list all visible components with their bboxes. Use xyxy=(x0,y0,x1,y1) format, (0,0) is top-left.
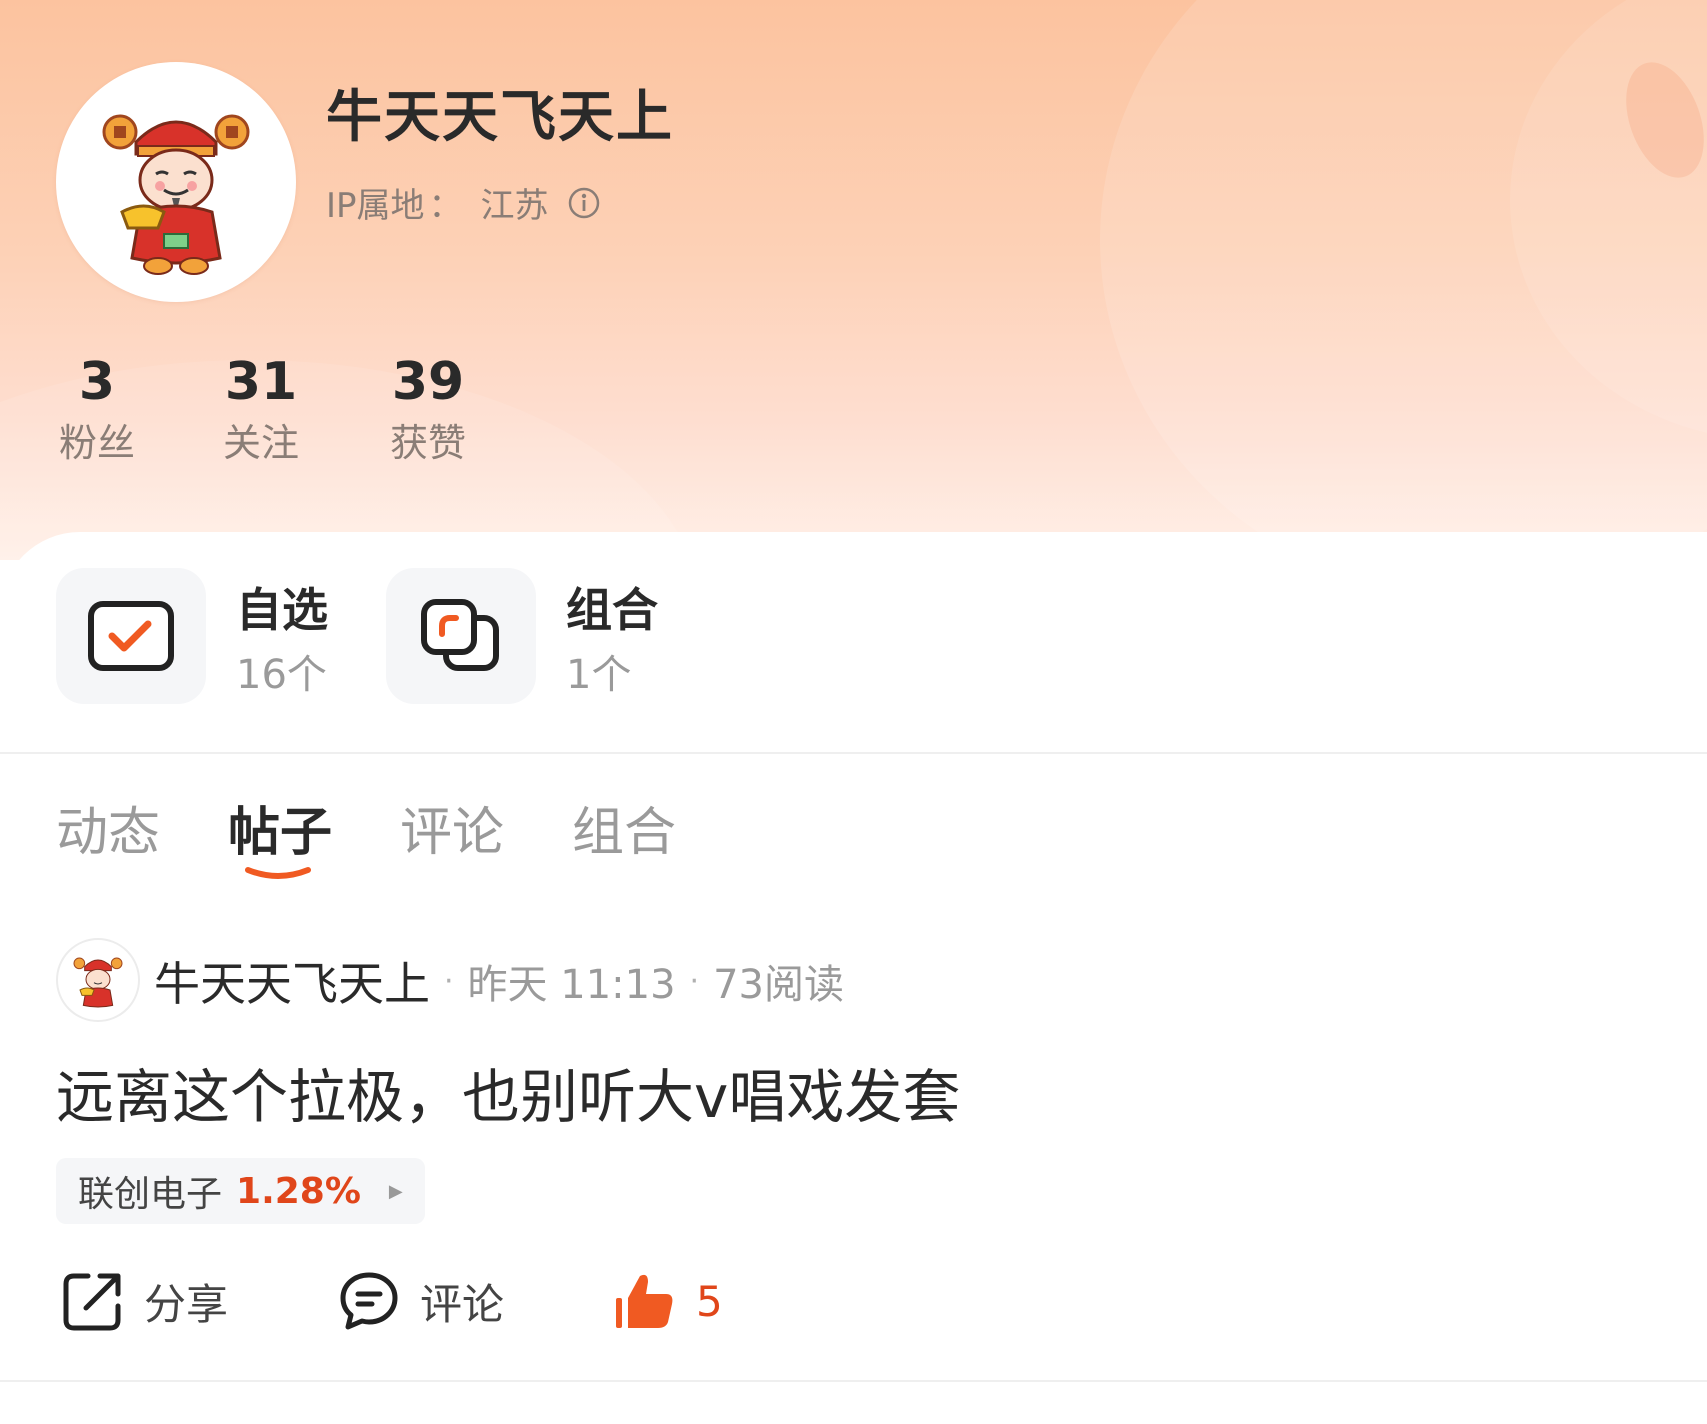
meta-dot: · xyxy=(444,963,454,999)
caishen-avatar-icon xyxy=(73,957,123,1008)
watchlist-count: 16个 xyxy=(236,652,327,698)
active-tab-indicator xyxy=(245,867,311,879)
post-time: 昨天 11:13 xyxy=(467,962,676,1008)
thumbs-up-icon xyxy=(616,1274,673,1328)
caishen-avatar-icon xyxy=(102,114,250,275)
followers-count: 3 xyxy=(78,352,116,412)
stock-tag[interactable]: 联创电子 1.28% ▶ xyxy=(56,1158,425,1224)
meta-dot: · xyxy=(689,963,700,999)
following-count: 31 xyxy=(224,352,298,412)
share-label: 分享 xyxy=(144,1279,229,1329)
share-button[interactable]: 分享 xyxy=(62,1270,228,1332)
profile-avatar[interactable] xyxy=(56,62,296,302)
section-divider xyxy=(0,752,1707,754)
comment-button[interactable]: 评论 xyxy=(338,1270,504,1332)
stock-change: 1.28% xyxy=(236,1170,361,1212)
share-icon xyxy=(63,1273,121,1331)
like-button[interactable]: 5 xyxy=(614,1270,723,1332)
comment-label: 评论 xyxy=(420,1279,505,1329)
watchlist-title[interactable]: 自选 xyxy=(236,574,328,640)
comment-icon xyxy=(340,1272,398,1330)
info-icon[interactable] xyxy=(567,186,601,220)
like-count: 5 xyxy=(696,1276,723,1326)
stacked-squares-icon xyxy=(421,599,499,671)
ip-separator: ： xyxy=(428,186,463,226)
portfolio-title[interactable]: 组合 xyxy=(566,574,658,640)
post-divider xyxy=(0,1380,1707,1382)
post-meta: 牛天天飞天上 · 昨天 11:13 · 73阅读 xyxy=(154,948,844,1014)
profile-username: 牛天天飞天上 xyxy=(326,85,674,150)
ip-label: IP属地 xyxy=(326,186,425,226)
post-read-count: 73阅读 xyxy=(713,962,844,1008)
post-content[interactable]: 远离这个拉极，也别听大v唱戏发套 xyxy=(56,1050,960,1134)
play-arrow-icon: ▶ xyxy=(388,1180,403,1202)
portfolio-count: 1个 xyxy=(566,652,632,698)
likes-received-count: 39 xyxy=(391,352,465,412)
portfolio-tile[interactable] xyxy=(386,568,536,704)
likes-received-label: 获赞 xyxy=(389,421,466,465)
tab-posts[interactable]: 帖子 xyxy=(228,790,332,865)
followers-label: 粉丝 xyxy=(58,421,135,465)
tab-comments[interactable]: 评论 xyxy=(400,790,504,865)
checkbox-icon xyxy=(88,601,174,671)
watchlist-tile[interactable] xyxy=(56,568,206,704)
ip-value: 江苏 xyxy=(480,186,549,226)
tab-portfolios[interactable]: 组合 xyxy=(572,790,676,865)
stat-followers[interactable]: 3 粉丝 xyxy=(42,350,152,468)
ip-location: IP属地： 江苏 xyxy=(326,178,601,227)
stock-name: 联创电子 xyxy=(78,1174,223,1215)
stat-following[interactable]: 31 关注 xyxy=(206,350,316,468)
tab-activity[interactable]: 动态 xyxy=(56,790,160,865)
post-author-name[interactable]: 牛天天飞天上 xyxy=(154,948,430,1014)
post-author-avatar[interactable] xyxy=(56,938,140,1022)
following-label: 关注 xyxy=(222,421,299,465)
stat-likes[interactable]: 39 获赞 xyxy=(373,350,483,468)
